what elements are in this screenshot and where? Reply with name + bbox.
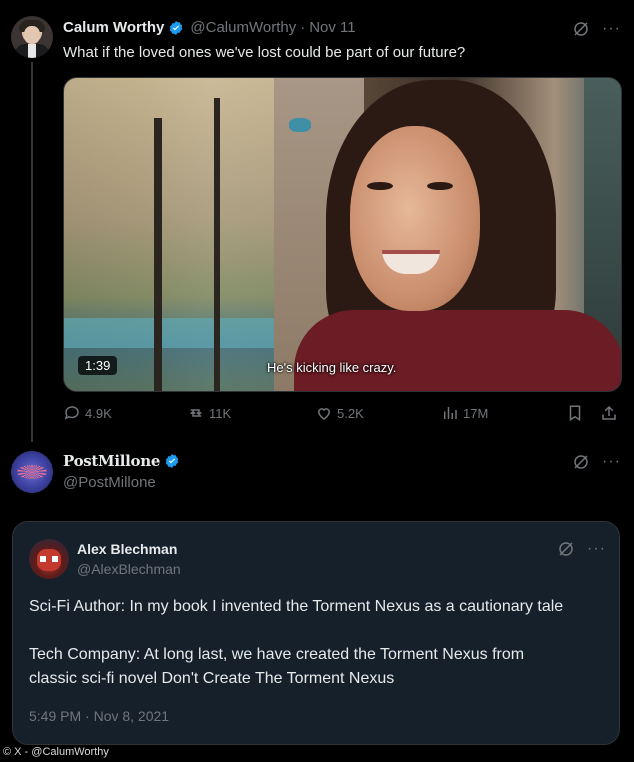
author-handle[interactable]: @AlexBlechman [77, 561, 181, 577]
repost-icon [190, 409, 202, 417]
quoted-handle-row: @AlexBlechman [77, 561, 181, 577]
views-button[interactable]: 17M [441, 404, 488, 422]
repost-count: 11K [209, 405, 232, 421]
tweet2-top-actions: ··· [572, 453, 621, 471]
video-duration-badge: 1:39 [78, 356, 118, 375]
like-button[interactable]: 5.2K [315, 404, 364, 422]
quoted-timestamp[interactable]: 5:49 PM · Nov 8, 2021 [29, 708, 169, 724]
quoted-header: Alex Blechman [77, 541, 177, 557]
image-credit: © X - @CalumWorthy [3, 746, 109, 758]
screenshot-page: Calum Worthy @CalumWorthy · Nov 11 ··· W… [0, 0, 634, 762]
share-icon[interactable] [600, 404, 618, 422]
views-chart-icon [444, 407, 457, 419]
tweet-date[interactable]: Nov 11 [309, 19, 355, 36]
view-count: 17M [463, 405, 489, 421]
grok-icon[interactable] [572, 453, 590, 471]
separator-dot: · [300, 19, 306, 36]
avatar-postmillone[interactable] [11, 451, 53, 493]
author-handle[interactable]: @PostMillone [63, 474, 156, 491]
quoted-text-paragraph-2-line-2: classic sci-fi novel Don't Create The To… [29, 670, 395, 687]
tweet1-top-actions: ··· [572, 20, 621, 38]
more-options-icon[interactable]: ··· [602, 20, 621, 38]
more-options-icon[interactable]: ··· [587, 540, 606, 558]
author-name[interactable]: Calum Worthy [63, 19, 164, 36]
author-name[interactable]: PostMillone [63, 452, 160, 470]
reply-button[interactable]: 4.9K [63, 404, 112, 422]
video-player[interactable] [63, 77, 622, 392]
avatar-calum-worthy[interactable] [11, 16, 53, 58]
quoted-text-paragraph-1: Sci-Fi Author: In my book I invented the… [29, 598, 564, 615]
heart-icon [317, 408, 331, 420]
tweet-text: What if the loved ones we've lost could … [63, 44, 466, 61]
like-count: 5.2K [337, 405, 364, 421]
quoted-top-actions: ··· [557, 540, 606, 558]
bookmark-icon[interactable] [566, 404, 584, 422]
tweet2-header: PostMillone [63, 452, 180, 470]
tweet1-action-bar: 4.9K 11K 5.2K 17M [63, 404, 620, 424]
quoted-text-paragraph-2-line-1: Tech Company: At long last, we have crea… [29, 646, 525, 663]
video-caption: He's kicking like crazy. [267, 360, 397, 375]
verified-badge-icon [170, 20, 183, 35]
tweet2-handle-row: @PostMillone [63, 474, 156, 491]
avatar-alex-blechman[interactable] [29, 539, 69, 579]
reply-count: 4.9K [85, 405, 112, 421]
grok-icon[interactable] [572, 20, 590, 38]
author-name[interactable]: Alex Blechman [77, 541, 177, 557]
more-options-icon[interactable]: ··· [602, 453, 621, 471]
author-handle[interactable]: @CalumWorthy [190, 19, 296, 36]
reply-icon [64, 406, 79, 420]
grok-icon[interactable] [557, 540, 575, 558]
tweet1-header: Calum Worthy @CalumWorthy · Nov 11 [63, 19, 356, 36]
thread-line [31, 62, 33, 442]
repost-button[interactable]: 11K [187, 404, 231, 422]
verified-badge-icon [165, 454, 179, 468]
